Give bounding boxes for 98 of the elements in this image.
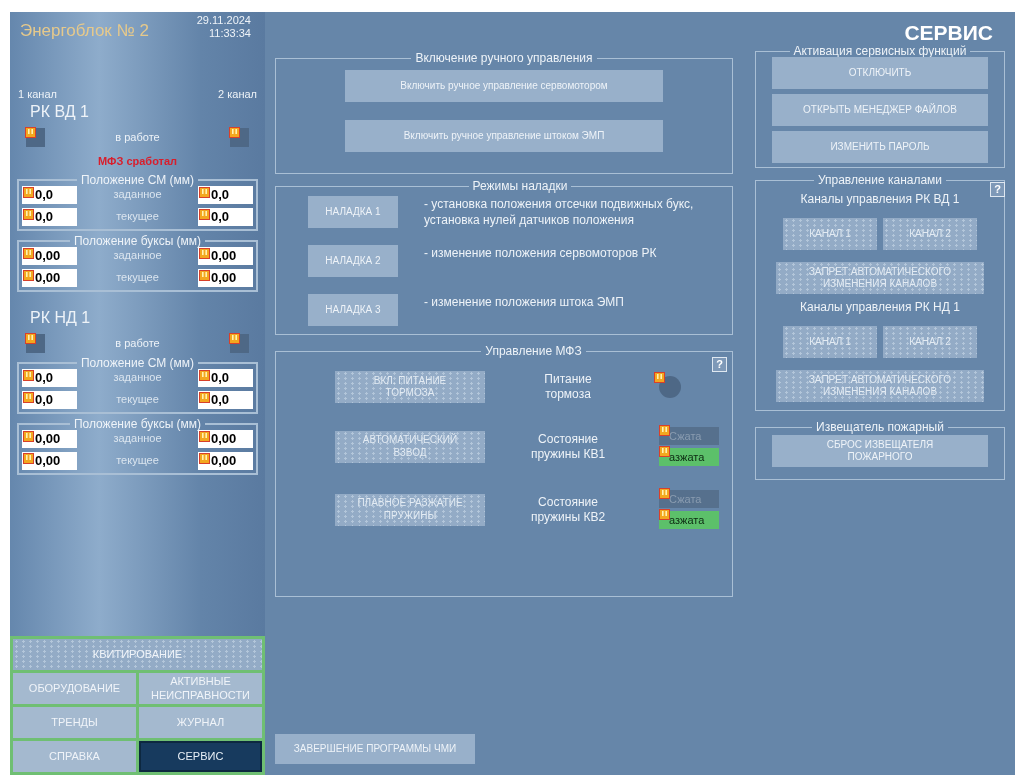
- state-label: Состояние пружины КВ1: [529, 431, 607, 462]
- value-field: 0,00: [22, 246, 77, 265]
- section-title: Извещатель пожарный: [815, 421, 945, 433]
- state-label: Состояние пружины КВ2: [529, 494, 607, 525]
- warning-icon: [23, 430, 34, 442]
- status-label: в работе: [115, 130, 160, 146]
- action-button[interactable]: Включить ручное управление штоком ЭМП: [345, 120, 663, 152]
- value-field: 0,0: [198, 368, 253, 387]
- value-field: 0,00: [198, 429, 253, 448]
- help-button[interactable]: ?: [712, 357, 727, 372]
- warning-icon: [25, 332, 36, 344]
- value-field: 0,00: [22, 429, 77, 448]
- state-indicator: азжата: [659, 448, 719, 466]
- status-label: в работе: [115, 335, 160, 351]
- value-field: 0,0: [22, 207, 77, 226]
- nav-button[interactable]: АКТИВНЫЕ НЕИСПРАВНОСТИ: [139, 673, 262, 704]
- warning-icon: [229, 127, 240, 138]
- action-button[interactable]: НАЛАДКА 3: [308, 294, 398, 326]
- row-label: заданное: [113, 431, 162, 447]
- section-title: Управление МФЗ: [484, 345, 583, 357]
- warning-icon: [23, 269, 34, 281]
- date-text: 29.11.2024: [196, 14, 251, 27]
- warning-icon: [659, 425, 670, 436]
- group-title: Каналы управления РК ВД 1: [800, 191, 960, 208]
- unit-title: РК НД 1: [29, 309, 92, 326]
- row-label: заданное: [113, 370, 162, 386]
- section-title: Режимы наладки: [471, 180, 569, 192]
- section-title: Активация сервисных функций: [792, 45, 968, 57]
- row-label: заданное: [113, 187, 162, 203]
- mode-description: - установка положения отсечки подвижных букс, установка нулей датчиков положения: [424, 196, 695, 228]
- time-text: 11:33:34: [209, 27, 251, 40]
- state-indicator: азжата: [659, 511, 719, 529]
- help-button[interactable]: ?: [990, 182, 1005, 197]
- section-title: Положение СМ (мм): [79, 173, 196, 186]
- group-title: Каналы управления РК НД 1: [800, 299, 960, 316]
- value-field: 0,0: [22, 390, 77, 409]
- page-title: СЕРВИС: [904, 22, 993, 43]
- warning-icon: [659, 488, 670, 499]
- channel-label: 2 канал: [218, 86, 257, 102]
- row-label: заданное: [113, 248, 162, 264]
- section-title: Положение СМ (мм): [79, 356, 196, 369]
- warning-icon: [23, 369, 34, 381]
- warning-icon: [229, 332, 240, 344]
- value-field: 0,0: [22, 185, 77, 204]
- nav-button[interactable]: ТРЕНДЫ: [13, 707, 136, 738]
- action-button[interactable]: НАЛАДКА 1: [308, 196, 398, 228]
- section-title: Включение ручного управления: [414, 52, 594, 64]
- state-label: Питание тормоза: [543, 372, 593, 402]
- unit-title: Энергоблок № 2: [20, 20, 149, 42]
- section-title: Положение буксы (мм): [72, 417, 203, 430]
- action-button[interactable]: НАЛАДКА 2: [308, 245, 398, 277]
- warning-icon: [199, 430, 210, 442]
- warning-icon: [659, 509, 670, 520]
- nav-button[interactable]: СЕРВИС: [139, 741, 262, 772]
- action-button[interactable]: СБРОС ИЗВЕЩАТЕЛЯ ПОЖАРНОГО: [772, 435, 988, 467]
- nav-button[interactable]: ЖУРНАЛ: [139, 707, 262, 738]
- value-field: 0,00: [22, 268, 77, 287]
- warning-icon: [23, 247, 34, 259]
- row-label: текущее: [116, 392, 159, 408]
- warning-icon: [654, 372, 665, 383]
- value-field: 0,0: [22, 368, 77, 387]
- row-label: текущее: [116, 209, 159, 225]
- warning-icon: [659, 446, 670, 457]
- value-field: 0,0: [198, 390, 253, 409]
- warning-icon: [23, 208, 34, 220]
- warning-icon: [199, 208, 210, 220]
- nav-button[interactable]: СПРАВКА: [13, 741, 136, 772]
- warning-icon: [199, 186, 210, 198]
- mode-description: - изменение положения сервомоторов РК: [424, 245, 658, 261]
- value-field: 0,00: [198, 246, 253, 265]
- warning-icon: [23, 391, 34, 403]
- warning-icon: [199, 369, 210, 381]
- action-button[interactable]: ОТКЛЮЧИТЬ: [772, 57, 988, 89]
- channel-label: 1 канал: [18, 86, 57, 102]
- unit-title: РК ВД 1: [29, 104, 90, 120]
- warning-icon: [199, 269, 210, 281]
- value-field: 0,00: [198, 268, 253, 287]
- action-button[interactable]: ЗАВЕРШЕНИЕ ПРОГРАММЫ ЧМИ: [275, 734, 475, 764]
- value-field: 0,00: [22, 451, 77, 470]
- warning-icon: [199, 452, 210, 464]
- section-title: Положение буксы (мм): [72, 234, 203, 247]
- warning-icon: [25, 127, 36, 138]
- value-field: 0,0: [198, 185, 253, 204]
- row-label: текущее: [116, 453, 159, 469]
- action-button[interactable]: ОТКРЫТЬ МЕНЕДЖЕР ФАЙЛОВ: [772, 94, 988, 126]
- value-field: 0,0: [198, 207, 253, 226]
- warning-icon: [23, 186, 34, 198]
- action-button[interactable]: ИЗМЕНИТЬ ПАРОЛЬ: [772, 131, 988, 163]
- section-title: Управление каналами: [816, 174, 944, 186]
- warning-icon: [199, 391, 210, 403]
- warning-icon: [199, 247, 210, 259]
- mode-description: - изменение положения штока ЭМП: [424, 294, 625, 310]
- value-field: 0,00: [198, 451, 253, 470]
- warning-icon: [23, 452, 34, 464]
- alarm-text: МФЗ сработал: [96, 154, 179, 169]
- nav-button[interactable]: ОБОРУДОВАНИЕ: [13, 673, 136, 704]
- action-button[interactable]: Включить ручное управление сервомотором: [345, 70, 663, 102]
- row-label: текущее: [116, 270, 159, 286]
